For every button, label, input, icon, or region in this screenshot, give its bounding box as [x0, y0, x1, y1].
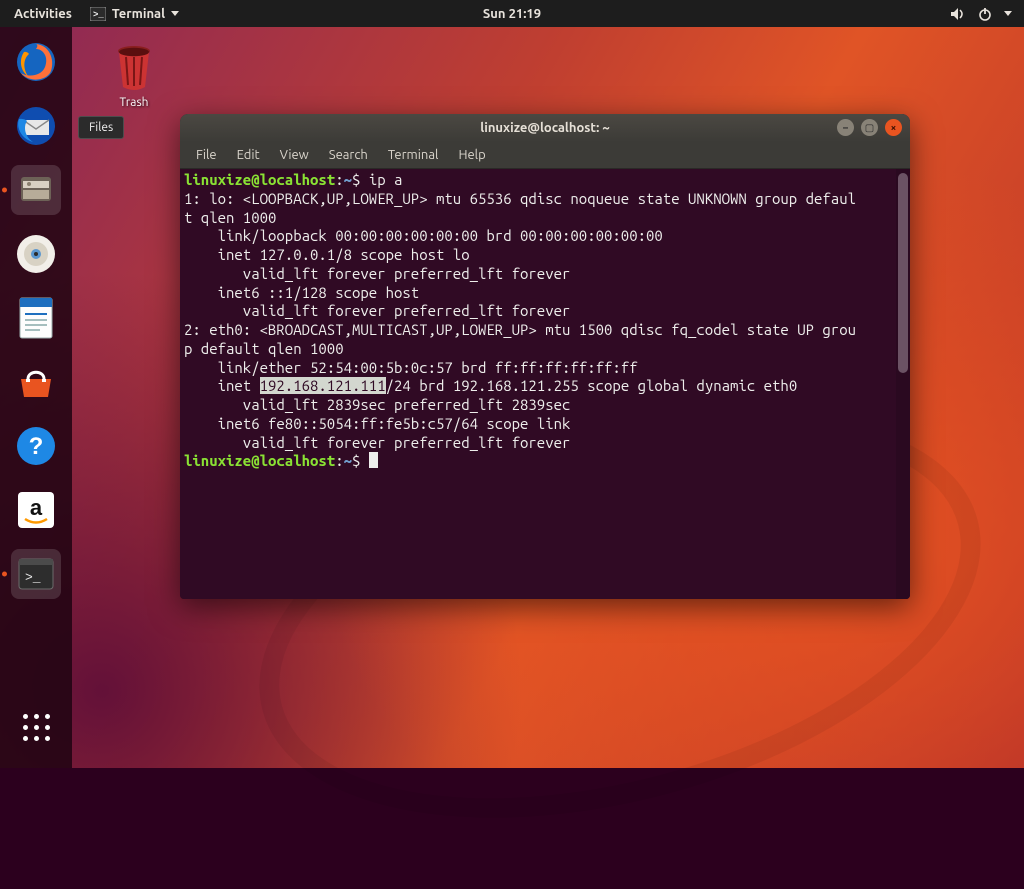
output-line: inet [184, 377, 260, 394]
svg-text:a: a [30, 495, 43, 520]
highlighted-ip: 192.168.121.111 [260, 377, 386, 394]
menu-terminal[interactable]: Terminal [380, 145, 447, 165]
output-line: inet 127.0.0.1/8 scope host lo [184, 246, 470, 263]
dock-item-files[interactable] [11, 165, 61, 215]
output-line: link/loopback 00:00:00:00:00:00 brd 00:0… [184, 227, 663, 244]
output-line: inet6 ::1/128 scope host [184, 284, 419, 301]
svg-text:?: ? [29, 433, 44, 460]
prompt-user: linuxize@localhost [184, 171, 335, 188]
dock-item-amazon[interactable]: a [11, 485, 61, 535]
prompt-path: ~ [344, 452, 352, 469]
output-line: 2: eth0: <BROADCAST,MULTICAST,UP,LOWER_U… [184, 321, 856, 338]
output-line: 1: lo: <LOOPBACK,UP,LOWER_UP> mtu 65536 … [184, 190, 856, 207]
svg-text:>_: >_ [25, 570, 41, 585]
maximize-button[interactable]: ▢ [861, 119, 878, 136]
dock-item-rhythmbox[interactable] [11, 229, 61, 279]
terminal-icon: >_ [90, 7, 106, 21]
menu-search[interactable]: Search [321, 145, 376, 165]
window-title: linuxize@localhost: ~ [480, 121, 609, 135]
window-titlebar[interactable]: linuxize@localhost: ~ – ▢ × [180, 114, 910, 142]
dock-item-firefox[interactable] [11, 37, 61, 87]
desktop-icon-trash[interactable]: Trash [99, 41, 169, 109]
output-line: valid_lft 2839sec preferred_lft 2839sec [184, 396, 570, 413]
clock[interactable]: Sun 21:19 [483, 7, 541, 21]
minimize-button[interactable]: – [837, 119, 854, 136]
output-line: /24 brd 192.168.121.255 scope global dyn… [386, 377, 798, 394]
dock-item-writer[interactable] [11, 293, 61, 343]
app-menu-button[interactable]: >_ Terminal [90, 7, 179, 21]
terminal-cursor [369, 452, 378, 468]
menu-edit[interactable]: Edit [229, 145, 268, 165]
output-line: t qlen 1000 [184, 209, 276, 226]
output-line: valid_lft forever preferred_lft forever [184, 434, 570, 451]
output-line: inet6 fe80::5054:ff:fe5b:c57/64 scope li… [184, 415, 570, 432]
terminal-viewport[interactable]: linuxize@localhost:~$ ip a 1: lo: <LOOPB… [180, 169, 910, 599]
dock-item-thunderbird[interactable] [11, 101, 61, 151]
window-menubar: File Edit View Search Terminal Help [180, 142, 910, 169]
output-line: p default qlen 1000 [184, 340, 344, 357]
top-panel: Activities >_ Terminal Sun 21:19 [0, 0, 1024, 27]
menu-file[interactable]: File [188, 145, 225, 165]
app-menu-label: Terminal [112, 7, 165, 21]
trash-icon [110, 41, 158, 93]
menu-view[interactable]: View [272, 145, 317, 165]
prompt-path: ~ [344, 171, 352, 188]
dock-tooltip-files: Files [78, 116, 124, 139]
chevron-down-icon [171, 11, 179, 16]
output-line: link/ether 52:54:00:5b:0c:57 brd ff:ff:f… [184, 359, 638, 376]
volume-icon[interactable] [950, 7, 966, 21]
output-line: valid_lft forever preferred_lft forever [184, 265, 570, 282]
desktop-icon-label: Trash [99, 96, 169, 109]
dock-item-help[interactable]: ? [11, 421, 61, 471]
dock-item-software[interactable] [11, 357, 61, 407]
menu-help[interactable]: Help [450, 145, 493, 165]
scrollbar-thumb[interactable] [898, 173, 908, 373]
terminal-window: linuxize@localhost: ~ – ▢ × File Edit Vi… [180, 114, 910, 599]
svg-text:>_: >_ [93, 10, 104, 20]
dock: ? a >_ [0, 27, 72, 768]
system-menu-chevron-icon[interactable] [1004, 11, 1012, 16]
activities-button[interactable]: Activities [14, 7, 72, 21]
prompt-user: linuxize@localhost [184, 452, 335, 469]
terminal-scrollbar[interactable] [896, 169, 910, 599]
close-button[interactable]: × [885, 119, 902, 136]
output-line: valid_lft forever preferred_lft forever [184, 302, 570, 319]
dock-item-terminal[interactable]: >_ [11, 549, 61, 599]
show-applications-button[interactable] [11, 702, 61, 752]
power-icon[interactable] [978, 7, 992, 21]
command-line: ip a [369, 171, 403, 188]
